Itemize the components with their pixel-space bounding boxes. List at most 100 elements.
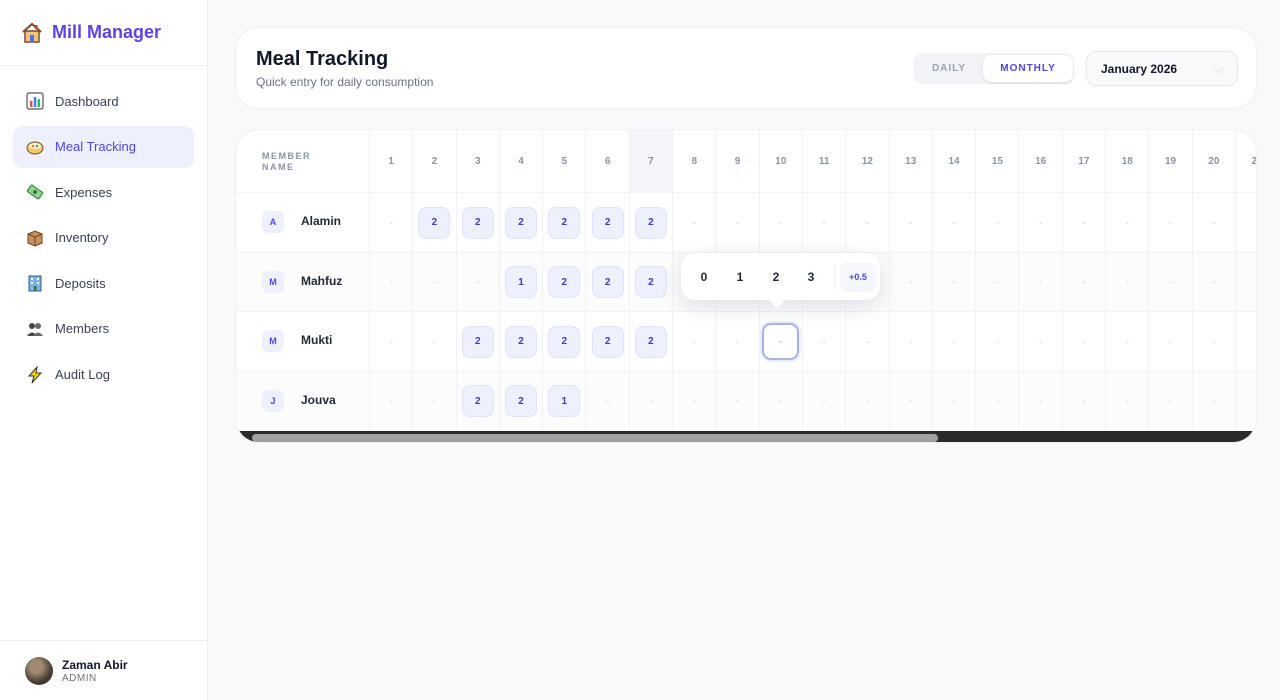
meal-cell[interactable]: - [890,252,933,312]
meal-cell[interactable]: - [933,252,977,312]
meal-cell[interactable]: - [1063,371,1107,431]
brand[interactable]: Mill Manager [0,0,207,66]
meal-cell[interactable]: - [457,252,500,312]
member-name-header-cell: MEMBER NAME [236,130,370,192]
meal-cell[interactable]: 2 [543,312,587,371]
sidebar-item-inventory[interactable]: Inventory [13,217,194,259]
meal-cell[interactable]: - [1020,371,1063,431]
meal-cell[interactable]: - [890,312,933,371]
toggle-daily-button[interactable]: DAILY [917,55,981,82]
meal-cell[interactable]: - [890,371,933,431]
meal-cell[interactable]: - [1063,312,1107,371]
meal-option-1[interactable]: 1 [725,262,755,292]
meal-cell[interactable]: - [1236,312,1256,371]
scrollbar-thumb[interactable] [252,434,938,442]
meal-cell[interactable]: 2 [500,193,544,252]
meal-cell[interactable]: - [587,371,630,431]
meal-cell[interactable]: - [1193,312,1236,371]
meal-cell[interactable]: - [413,252,457,312]
meal-cell[interactable]: - [630,371,674,431]
meal-cell[interactable]: 2 [500,312,544,371]
meal-cell[interactable]: - [673,312,717,371]
meal-cell[interactable]: - [760,312,803,371]
meal-cell[interactable]: - [760,371,803,431]
meal-cell[interactable]: - [1020,252,1063,312]
meal-cell[interactable]: - [370,312,414,371]
meal-cell[interactable]: - [976,312,1020,371]
meal-cell[interactable]: - [1063,193,1107,252]
meal-cell[interactable]: - [846,193,890,252]
meal-cell[interactable]: - [933,371,977,431]
meal-cell[interactable]: - [976,193,1020,252]
meal-cell[interactable]: - [716,312,760,371]
meal-cell[interactable]: 2 [457,193,500,252]
meal-cell[interactable]: - [673,193,717,252]
meal-option-2[interactable]: 2 [761,262,791,292]
meal-cell[interactable]: - [933,312,977,371]
meal-option-3[interactable]: 3 [796,262,826,292]
meal-cell[interactable]: - [1149,312,1193,371]
meal-cell[interactable]: - [716,371,760,431]
meal-cell[interactable]: - [1193,252,1236,312]
focused-meal-input[interactable]: - [762,323,800,360]
meal-cell[interactable]: - [933,193,977,252]
meal-cell[interactable]: - [413,312,457,371]
meal-cell[interactable]: - [803,371,847,431]
sidebar-item-audit-log[interactable]: Audit Log [13,354,194,396]
meal-cell[interactable]: 2 [457,371,500,431]
meal-cell[interactable]: - [1020,193,1063,252]
meal-cell[interactable]: - [413,371,457,431]
meal-cell[interactable]: - [370,371,414,431]
meal-cell[interactable]: - [1020,312,1063,371]
meal-cell[interactable]: - [1149,193,1193,252]
meal-cell[interactable]: 2 [543,193,587,252]
sidebar-item-meal-tracking[interactable]: Meal Tracking [13,125,194,168]
meal-cell[interactable]: - [1063,252,1107,312]
meal-cell[interactable]: - [370,193,414,252]
meal-cell[interactable]: 2 [500,371,544,431]
meal-cell[interactable]: - [370,252,414,312]
meal-cell[interactable]: - [1106,193,1150,252]
meal-cell[interactable]: 2 [413,193,457,252]
meal-cell[interactable]: - [803,312,847,371]
meal-cell[interactable]: 2 [630,252,674,312]
meal-cell[interactable]: 2 [543,252,587,312]
horizontal-scrollbar[interactable] [236,431,1256,442]
meal-cell[interactable]: - [1106,371,1150,431]
meal-cell[interactable]: 2 [587,252,630,312]
meal-cell[interactable]: - [846,312,890,371]
meal-cell[interactable]: 2 [630,193,674,252]
meal-cell[interactable]: - [1236,372,1256,431]
sidebar-item-dashboard[interactable]: Dashboard [13,80,194,122]
user-profile[interactable]: Zaman Abir ADMIN [0,640,207,700]
meal-cell[interactable]: 2 [587,312,630,371]
sidebar-item-expenses[interactable]: Expenses [13,171,194,213]
meal-cell[interactable]: 2 [587,193,630,252]
meal-cell[interactable]: - [846,371,890,431]
meal-cell[interactable]: - [1106,312,1150,371]
meal-cell[interactable]: - [976,252,1020,312]
month-select[interactable]: January 2026 [1086,51,1238,86]
meal-cell[interactable]: - [1106,252,1150,312]
meal-cell[interactable]: - [976,371,1020,431]
meal-cell[interactable]: - [1149,252,1193,312]
meal-cell[interactable]: 2 [457,312,500,371]
meal-cell[interactable]: - [760,193,803,252]
toggle-monthly-button[interactable]: MONTHLY [983,55,1073,82]
meal-cell[interactable]: - [673,371,717,431]
meal-cell[interactable]: - [1236,253,1256,312]
meal-cell[interactable]: - [1193,371,1236,431]
meal-cell[interactable]: - [803,193,847,252]
meal-option-0[interactable]: 0 [689,262,719,292]
meal-cell[interactable]: 1 [543,371,587,431]
meal-cell[interactable]: - [1236,193,1256,252]
sidebar-item-members[interactable]: Members [13,308,194,350]
meal-cell[interactable]: - [1149,371,1193,431]
meal-cell[interactable]: 1 [500,252,544,312]
meal-cell[interactable]: - [716,193,760,252]
sidebar-item-deposits[interactable]: Deposits [13,262,194,304]
meal-cell[interactable]: - [1193,193,1236,252]
meal-cell[interactable]: - [890,193,933,252]
meal-option-half[interactable]: +0.5 [840,262,876,292]
meal-cell[interactable]: 2 [630,312,674,371]
